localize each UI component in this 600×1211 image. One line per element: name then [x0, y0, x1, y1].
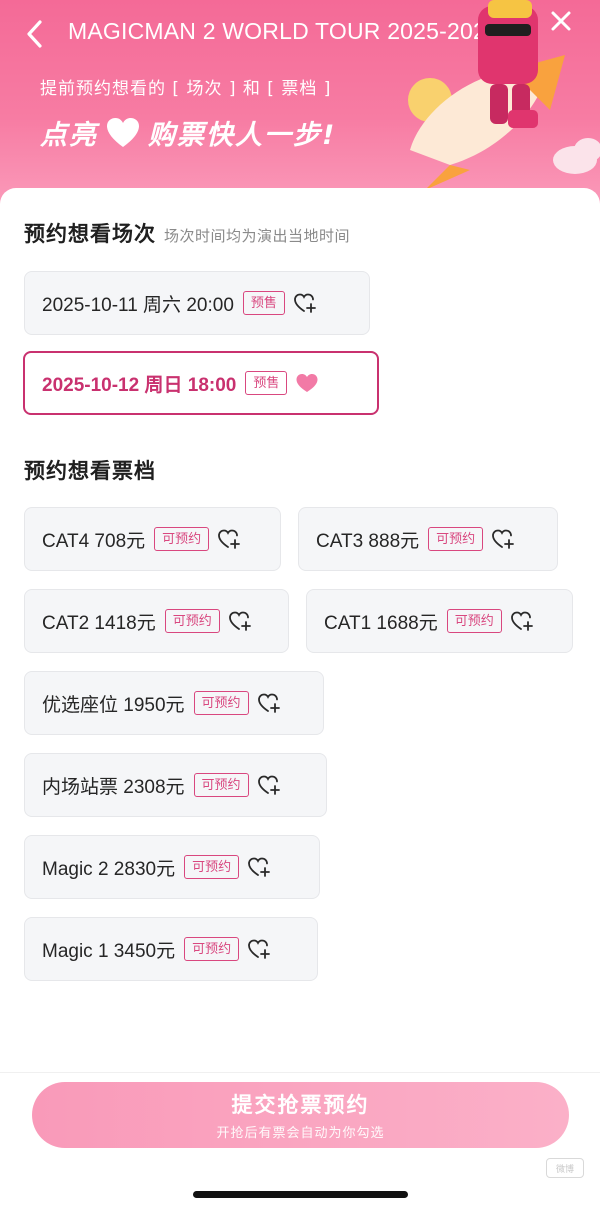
heart-add-icon[interactable]: [257, 774, 281, 796]
tier-label: CAT3 888元: [316, 530, 420, 552]
tier-option-floor-standing[interactable]: 内场站票 2308元 可预约: [24, 753, 327, 817]
tier-option-cat4[interactable]: CAT4 708元 可预约: [24, 507, 281, 571]
session-option-2[interactable]: 2025-10-12 周日 18:00 预售: [23, 351, 379, 415]
sessions-note: 场次时间均为演出当地时间: [164, 227, 351, 245]
heart-add-icon[interactable]: [217, 528, 241, 550]
available-badge: 可预约: [193, 773, 249, 797]
tier-label: Magic 1 3450元: [42, 940, 176, 962]
heart-add-icon[interactable]: [257, 692, 281, 714]
available-badge: 可预约: [428, 527, 484, 551]
heart-add-icon[interactable]: [510, 610, 534, 632]
header-slogan: 点亮 购票快人一步!: [40, 113, 336, 152]
tier-option-cat2[interactable]: CAT2 1418元 可预约: [24, 589, 289, 653]
heart-add-icon[interactable]: [247, 856, 271, 878]
submit-reservation-button[interactable]: 提交抢票预约 开抢后有票会自动为你勾选: [32, 1082, 569, 1148]
reservation-panel: 预约想看场次 场次时间均为演出当地时间 2025-10-11 周六 20:00 预…: [0, 188, 600, 1211]
available-badge: 可预约: [184, 855, 240, 879]
header-subtitle: 提前预约想看的 [ 场次 ] 和 [ 票档 ]: [40, 79, 332, 99]
available-badge: 可预约: [446, 609, 502, 633]
home-indicator[interactable]: [193, 1191, 408, 1198]
presale-badge: 预售: [245, 371, 288, 395]
tier-label: CAT4 708元: [42, 530, 146, 552]
slogan-right-text: 购票快人一步!: [148, 120, 337, 151]
sessions-section-title: 预约想看场次 场次时间均为演出当地时间: [24, 218, 350, 248]
tier-label: CAT2 1418元: [42, 612, 156, 634]
tier-option-magic-1[interactable]: Magic 1 3450元 可预约: [24, 917, 318, 981]
presale-badge: 预售: [242, 291, 285, 315]
chevron-left-icon: [27, 20, 42, 48]
sessions-title-text: 预约想看场次: [24, 222, 156, 246]
submit-sublabel: 开抢后有票会自动为你勾选: [216, 1126, 385, 1141]
tier-option-cat3[interactable]: CAT3 888元 可预约: [298, 507, 558, 571]
tiers-section-title: 预约想看票档: [24, 459, 156, 483]
tier-label: 内场站票 2308元: [42, 776, 185, 798]
weibo-watermark: 微博: [546, 1158, 584, 1178]
heart-add-icon[interactable]: [228, 610, 252, 632]
close-icon: [551, 11, 571, 31]
tier-label: Magic 2 2830元: [42, 858, 176, 880]
heart-add-icon[interactable]: [247, 938, 271, 960]
header-banner: MAGICMAN 2 WORLD TOUR 2025-2026... 提前预约想…: [0, 0, 600, 215]
heart-add-icon[interactable]: [491, 528, 515, 550]
session-option-1[interactable]: 2025-10-11 周六 20:00 预售: [24, 271, 370, 335]
tier-option-cat1[interactable]: CAT1 1688元 可预约: [306, 589, 573, 653]
session-label: 2025-10-12 周日 18:00: [42, 374, 237, 396]
footer-divider: [0, 1072, 600, 1073]
session-label: 2025-10-11 周六 20:00: [42, 294, 234, 316]
available-badge: 可预约: [184, 937, 240, 961]
slogan-left-text: 点亮: [40, 120, 98, 151]
submit-label: 提交抢票预约: [231, 1093, 370, 1117]
tier-option-magic-2[interactable]: Magic 2 2830元 可预约: [24, 835, 320, 899]
back-button[interactable]: [18, 16, 50, 52]
tier-label: CAT1 1688元: [324, 612, 438, 634]
available-badge: 可预约: [164, 609, 220, 633]
tier-label: 优选座位 1950元: [42, 694, 185, 716]
heart-icon: [107, 117, 139, 147]
close-button[interactable]: [544, 4, 578, 38]
available-badge: 可预约: [154, 527, 210, 551]
heart-filled-icon[interactable]: [295, 372, 319, 394]
tier-option-preferred-seat[interactable]: 优选座位 1950元 可预约: [24, 671, 324, 735]
heart-add-icon[interactable]: [293, 292, 317, 314]
available-badge: 可预约: [193, 691, 249, 715]
